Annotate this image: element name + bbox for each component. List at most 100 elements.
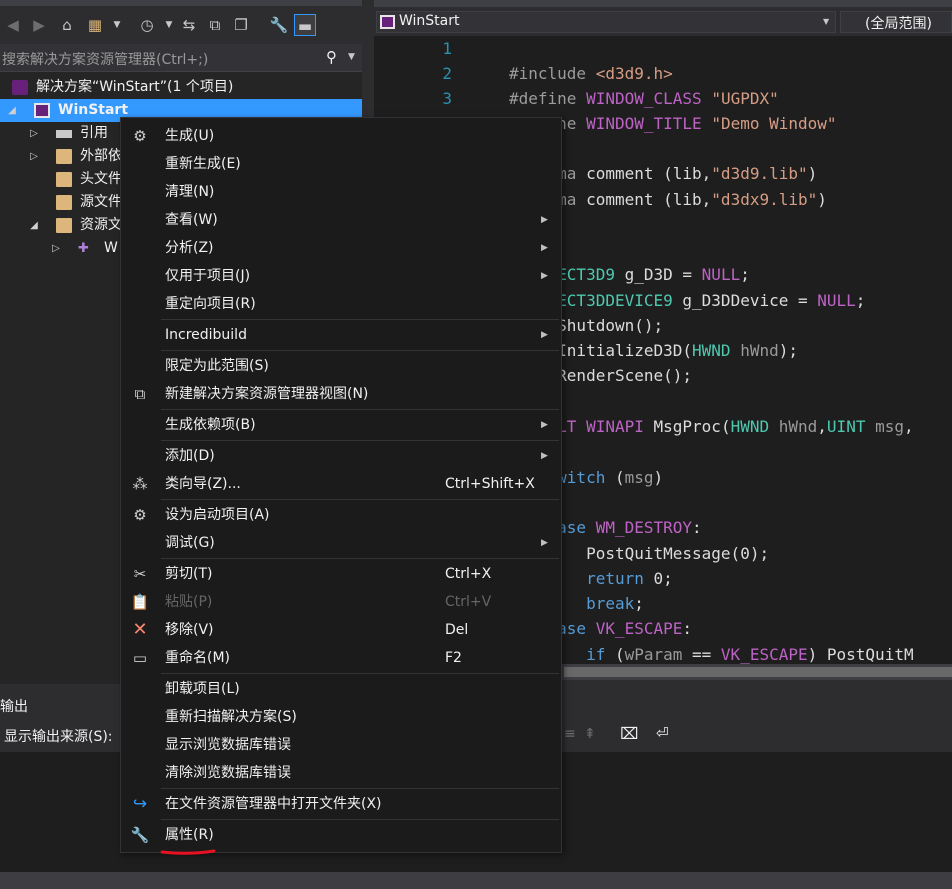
menu-item-label: 分析(Z) <box>165 240 214 256</box>
submenu-arrow-icon: ▶ <box>541 451 548 461</box>
output-source-label: 显示输出来源(S): <box>4 729 113 745</box>
references-icon <box>56 130 72 138</box>
rename-icon: ▭ <box>132 649 148 667</box>
menu-item-rename[interactable]: ▭ 重命名(M) F2 <box>121 644 561 672</box>
clear-all-icon[interactable]: ⌧ <box>620 724 638 743</box>
menu-item-cut[interactable]: ✂ 剪切(T) Ctrl+X <box>121 560 561 588</box>
menu-item-label: 添加(D) <box>165 448 215 464</box>
project-icon <box>34 103 50 118</box>
menu-item-label: 生成(U) <box>165 128 215 144</box>
forward-icon[interactable]: ▶ <box>28 14 50 36</box>
project-dropdown[interactable]: WinStart ▼ <box>376 11 836 33</box>
menu-item-scope-to-this[interactable]: 限定为此范围(S) <box>121 352 561 380</box>
menu-item-label: Incredibuild <box>165 327 247 343</box>
menu-item-label: 重命名(M) <box>165 650 231 666</box>
menu-item-label: 重定向项目(R) <box>165 296 256 312</box>
chevron-down-icon[interactable]: ▼ <box>158 14 180 36</box>
folder-icon <box>56 195 72 210</box>
folder-icon <box>56 172 72 187</box>
menu-item-clear-browse-errors[interactable]: 清除浏览数据库错误 <box>121 759 561 787</box>
menu-item-show-browse-errors[interactable]: 显示浏览数据库错误 <box>121 731 561 759</box>
menu-item-label: 类向导(Z)... <box>165 476 241 492</box>
menu-item-label: 粘贴(P) <box>165 594 213 610</box>
menu-item-view[interactable]: 查看(W) ▶ <box>121 206 561 234</box>
line-number: 1 <box>442 39 452 58</box>
menu-item-retarget[interactable]: 重定向项目(R) <box>121 290 561 318</box>
menu-item-clean[interactable]: 清理(N) <box>121 178 561 206</box>
menu-item-set-startup[interactable]: ⚙ 设为启动项目(A) <box>121 501 561 529</box>
menu-separator <box>161 440 559 441</box>
project-context-menu: ⚙ 生成(U) 重新生成(E) 清理(N) 查看(W) ▶ 分析(Z) ▶ 仅用… <box>120 117 562 853</box>
submenu-arrow-icon: ▶ <box>541 420 548 430</box>
home-icon[interactable]: ⌂ <box>56 14 78 36</box>
menu-separator <box>161 788 559 789</box>
menu-item-remove[interactable]: ✕ 移除(V) Del <box>121 616 561 644</box>
menu-item-rescan[interactable]: 重新扫描解决方案(S) <box>121 703 561 731</box>
menu-item-open-in-explorer[interactable]: ↪ 在文件资源管理器中打开文件夹(X) <box>121 790 561 818</box>
menu-separator <box>161 499 559 500</box>
chevron-down-icon[interactable]: ▼ <box>823 17 829 26</box>
submenu-arrow-icon: ▶ <box>541 538 548 548</box>
wrench-icon[interactable]: 🔧 <box>268 14 290 36</box>
back-icon[interactable]: ◀ <box>2 14 24 36</box>
search-input[interactable]: 搜索解决方案资源管理器(Ctrl+;) <box>2 49 208 69</box>
chevron-down-icon[interactable]: ▼ <box>348 52 355 62</box>
menu-item-rebuild[interactable]: 重新生成(E) <box>121 150 561 178</box>
scrollbar-thumb[interactable] <box>564 667 952 677</box>
menu-item-shortcut: F2 <box>445 650 462 666</box>
menu-item-build-dependencies[interactable]: 生成依赖项(B) ▶ <box>121 411 561 439</box>
clipboard-icon: 📋 <box>130 593 150 611</box>
menu-item-incredibuild[interactable]: Incredibuild ▶ <box>121 321 561 349</box>
gear-icon: ⚙ <box>133 506 147 524</box>
solution-icon <box>12 80 28 95</box>
submenu-arrow-icon: ▶ <box>541 330 548 340</box>
resource-icon: ✚ <box>78 241 89 256</box>
menu-item-project-only[interactable]: 仅用于项目(J) ▶ <box>121 262 561 290</box>
menu-item-debug[interactable]: 调试(G) ▶ <box>121 529 561 557</box>
scope-dropdown[interactable]: (全局范围) <box>840 11 952 33</box>
align-icon[interactable]: ≡ <box>564 726 576 742</box>
tree-item-label: WinStart <box>58 102 129 118</box>
folder-icon <box>56 218 72 233</box>
class-wizard-icon: ⁂ <box>132 475 148 493</box>
solution-explorer-search[interactable]: 搜索解决方案资源管理器(Ctrl+;) ⚲ ▼ <box>0 44 362 72</box>
output-title: 输出 <box>0 699 28 715</box>
expand-icon[interactable]: ▷ <box>28 122 40 145</box>
menu-item-properties[interactable]: 🔧 属性(R) <box>121 821 561 849</box>
menu-item-label: 属性(R) <box>165 827 214 843</box>
collapse-icon[interactable]: ◢ <box>6 99 18 122</box>
menu-item-analyze[interactable]: 分析(Z) ▶ <box>121 234 561 262</box>
menu-item-shortcut: Ctrl+Shift+X <box>445 476 535 492</box>
menu-item-new-se-view[interactable]: ⧉ 新建解决方案资源管理器视图(N) <box>121 380 561 408</box>
close-icon: ✕ <box>132 619 148 640</box>
menu-separator <box>161 350 559 351</box>
build-icon: ⚙ <box>133 127 147 145</box>
sync-icon[interactable]: ⇆ <box>178 14 200 36</box>
menu-item-label: 剪切(T) <box>165 566 213 582</box>
pending-changes-icon[interactable]: ◷ <box>136 14 158 36</box>
goto-icon[interactable]: ⇞ <box>584 726 596 742</box>
menu-item-class-wizard[interactable]: ⁂ 类向导(Z)... Ctrl+Shift+X <box>121 470 561 498</box>
output-scrollbar[interactable] <box>0 872 952 889</box>
menu-item-build[interactable]: ⚙ 生成(U) <box>121 122 561 150</box>
collapse-all-icon[interactable]: ⧉ <box>204 14 226 36</box>
search-icon[interactable]: ⚲ <box>326 48 337 66</box>
tree-item-solution[interactable]: 解决方案“WinStart”(1 个项目) <box>0 76 362 99</box>
collapse-icon[interactable]: ◢ <box>28 214 40 237</box>
menu-item-label: 查看(W) <box>165 212 218 228</box>
chevron-down-icon[interactable]: ▼ <box>106 14 128 36</box>
document-tab-strip <box>374 0 952 7</box>
switch-views-icon[interactable]: ▦ <box>84 14 106 36</box>
expand-icon[interactable]: ▷ <box>50 237 62 260</box>
menu-item-add[interactable]: 添加(D) ▶ <box>121 442 561 470</box>
menu-item-unload[interactable]: 卸载项目(L) <box>121 675 561 703</box>
menu-item-label: 新建解决方案资源管理器视图(N) <box>165 386 369 402</box>
preview-icon[interactable]: ▬ <box>294 14 316 36</box>
show-all-files-icon[interactable]: ❐ <box>230 14 252 36</box>
menu-item-label: 生成依赖项(B) <box>165 417 256 433</box>
expand-icon[interactable]: ▷ <box>28 145 40 168</box>
menu-separator <box>161 409 559 410</box>
menu-separator <box>161 319 559 320</box>
code-line: #define WINDOW_CLASS "UGPDX" <box>509 89 779 108</box>
word-wrap-icon[interactable]: ⏎ <box>656 724 669 742</box>
